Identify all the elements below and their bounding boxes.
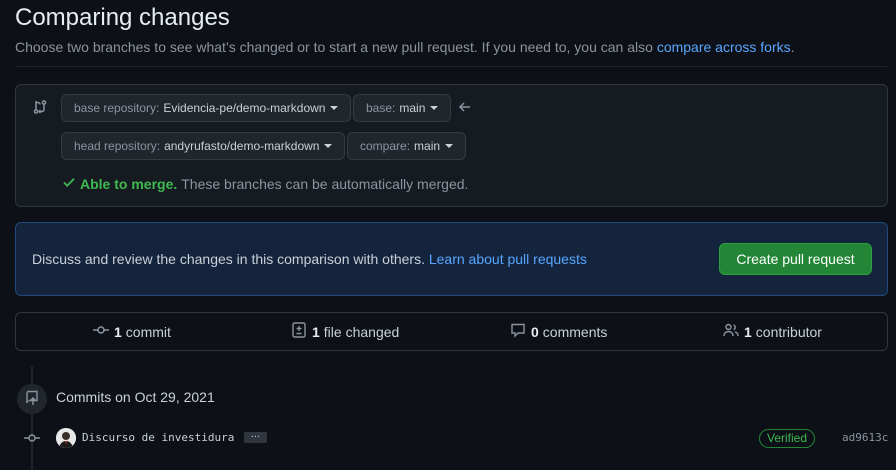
create-pull-request-button[interactable]: Create pull request	[719, 243, 872, 275]
subtitle-end: .	[790, 39, 795, 55]
files-count: 1	[312, 323, 320, 340]
commit-node-icon	[24, 431, 40, 448]
people-icon	[723, 322, 739, 341]
head-repository-value: andyrufasto/demo-markdown	[164, 139, 320, 153]
subtitle-text: Choose two branches to see what’s change…	[15, 39, 657, 55]
expand-commit-message-button[interactable]: …	[244, 430, 267, 443]
caret-down-icon	[430, 106, 439, 110]
contributors-label: contributor	[755, 323, 822, 340]
comment-icon	[510, 322, 526, 341]
stat-files[interactable]: 1 file changed	[291, 313, 399, 350]
files-label: file changed	[323, 323, 400, 340]
stat-comments[interactable]: 0 comments	[510, 313, 607, 350]
comparison-stats: 1 commit 1 file changed 0 comments 1 con…	[15, 312, 888, 351]
commits-count: 1	[114, 323, 122, 340]
page-subtitle: Choose two branches to see what’s change…	[15, 39, 795, 55]
commits-group-heading: Commits on Oct 29, 2021	[56, 389, 215, 405]
learn-about-pull-requests-link[interactable]: Learn about pull requests	[429, 251, 587, 267]
base-repository-select[interactable]: base repository: Evidencia-pe/demo-markd…	[61, 94, 352, 122]
git-compare-icon	[32, 99, 48, 118]
merge-status: Able to merge. These branches can be aut…	[62, 175, 468, 192]
comments-count: 0	[531, 323, 539, 340]
page-title: Comparing changes	[15, 4, 230, 31]
commit-message-link[interactable]: Discurso de investidura	[82, 431, 234, 444]
caret-down-icon	[330, 106, 339, 110]
commits-label: commit	[125, 323, 171, 340]
file-diff-icon	[291, 322, 307, 341]
verified-badge[interactable]: Verified	[759, 429, 816, 448]
compare-across-forks-link[interactable]: compare across forks	[657, 39, 791, 55]
base-repository-label: base repository:	[74, 101, 160, 115]
discuss-message: Discuss and review the changes in this c…	[32, 251, 429, 267]
arrow-left-icon	[458, 100, 472, 117]
compare-branch-select[interactable]: compare: main	[347, 132, 467, 160]
commit-icon	[93, 322, 109, 341]
timeline-line	[31, 366, 33, 470]
avatar[interactable]	[56, 428, 76, 448]
base-branch-value: main	[399, 101, 426, 115]
base-branch-select[interactable]: base: main	[353, 94, 452, 122]
stat-commits[interactable]: 1 commit	[93, 313, 171, 350]
discuss-banner: Discuss and review the changes in this c…	[15, 222, 888, 296]
caret-down-icon	[445, 144, 454, 148]
head-repository-label: head repository:	[74, 139, 161, 153]
contributors-count: 1	[744, 323, 752, 340]
merge-status-ok: Able to merge.	[80, 175, 178, 192]
compare-branch-label: compare:	[360, 139, 411, 153]
stat-contributors[interactable]: 1 contributor	[723, 313, 822, 350]
repo-push-icon	[24, 390, 40, 409]
merge-status-detail: These branches can be automatically merg…	[181, 175, 469, 192]
commits-group-badge	[17, 384, 47, 414]
range-editor: base repository: Evidencia-pe/demo-markd…	[15, 84, 888, 207]
comments-label: comments	[542, 323, 608, 340]
commit-sha-link[interactable]: ad9613c	[842, 431, 888, 444]
caret-down-icon	[324, 144, 333, 148]
compare-branch-value: main	[414, 139, 441, 153]
head-repository-select[interactable]: head repository: andyrufasto/demo-markdo…	[61, 132, 346, 160]
check-icon	[62, 175, 76, 192]
divider	[15, 66, 887, 67]
discuss-text: Discuss and review the changes in this c…	[32, 251, 587, 267]
base-repository-value: Evidencia-pe/demo-markdown	[163, 101, 326, 115]
base-branch-label: base:	[366, 101, 396, 115]
